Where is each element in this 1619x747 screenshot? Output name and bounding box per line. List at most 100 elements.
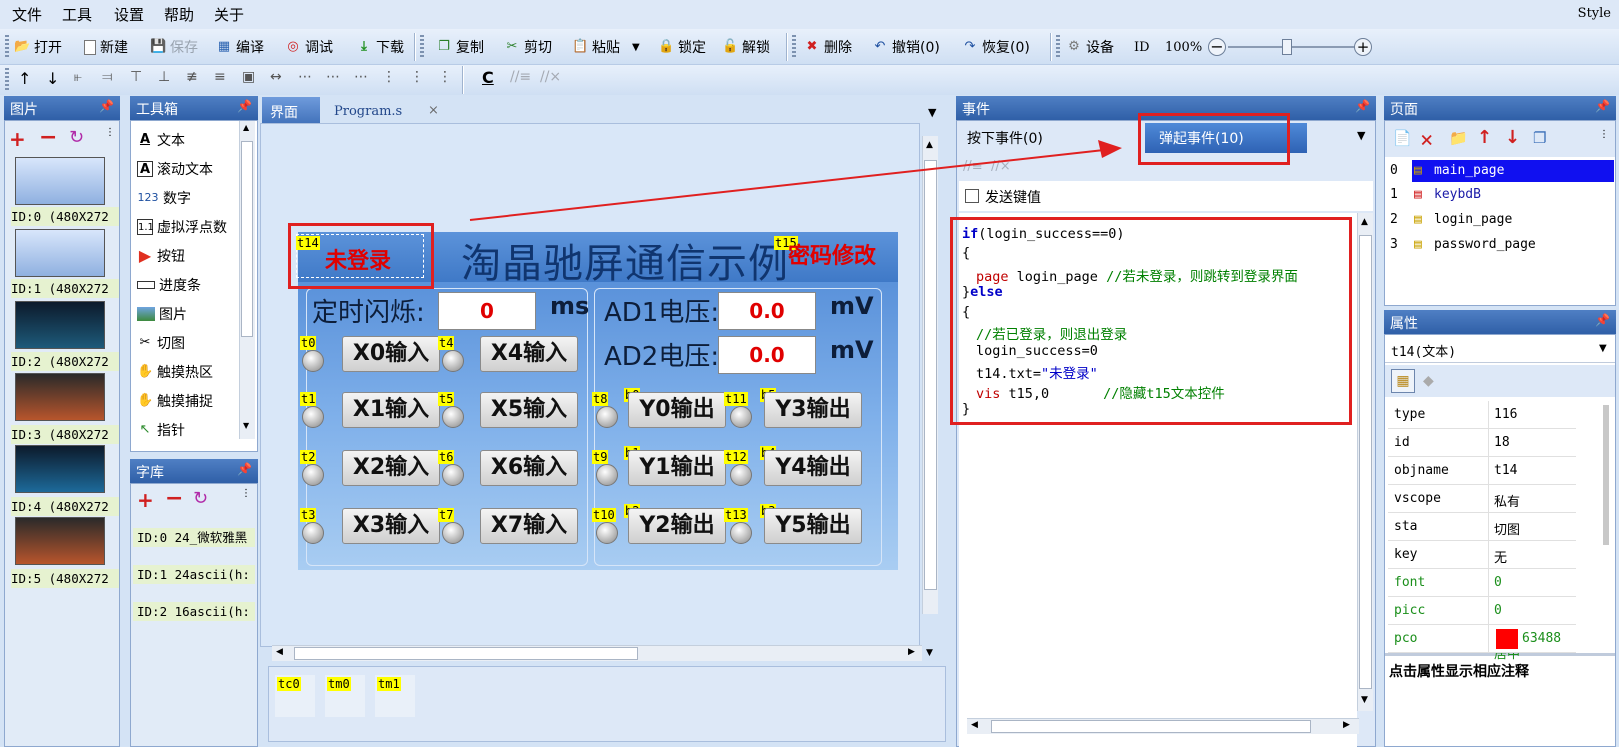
number-n0[interactable]: 0 [438, 292, 536, 330]
page-item-login[interactable]: 2 ▤ login_page [1384, 209, 1616, 231]
prop-row-vscope[interactable]: vscope 私有 [1388, 485, 1576, 513]
pin-icon[interactable]: 📌 [1355, 99, 1370, 113]
more-icon[interactable]: ⋮ [1599, 129, 1609, 140]
c-button[interactable]: C [482, 68, 494, 87]
hspace-equal-icon[interactable]: ⋯ [298, 69, 312, 85]
unlock-button[interactable]: 🔓 解锁 [722, 34, 770, 60]
toolbar-grip[interactable] [1056, 35, 1060, 59]
button-x6[interactable]: X6输入 [480, 450, 578, 486]
vspace-equal-icon[interactable]: ⋮ [382, 69, 396, 85]
pin-icon[interactable]: 📌 [1595, 99, 1610, 113]
scroll-down-icon[interactable]: ▼ [243, 421, 249, 430]
canvas-hscroll[interactable]: ◀ ▶ [272, 645, 922, 661]
button-x4[interactable]: X4输入 [480, 336, 578, 372]
delete-button[interactable]: ✖ 删除 [804, 34, 852, 60]
move-up-icon[interactable]: ↑ [18, 69, 31, 88]
scroll-thumb[interactable] [1359, 235, 1372, 689]
prop-row-key[interactable]: key 无 [1388, 541, 1576, 569]
open-button[interactable]: 📂 打开 [14, 34, 62, 60]
page-item-main[interactable]: 0 ▤ main_page [1384, 160, 1616, 182]
align-left-icon[interactable]: ⫦ [74, 69, 82, 85]
menu-about[interactable]: 关于 [214, 4, 244, 25]
button-x0[interactable]: X0输入 [342, 336, 440, 372]
button-x7[interactable]: X7输入 [480, 508, 578, 544]
hspace-inc-icon[interactable]: ⋯ [326, 69, 340, 85]
tool-picture[interactable]: 图片 [137, 301, 187, 327]
pin-icon[interactable]: 📌 [237, 99, 252, 113]
xfloat-x0[interactable]: 0.0 [718, 292, 816, 330]
led-t2[interactable] [302, 464, 324, 486]
remove-icon[interactable]: − [39, 125, 57, 150]
tool-pointer[interactable]: ↖ 指针 [137, 417, 185, 443]
canvas-vscroll[interactable]: ▲ ▼ [922, 136, 938, 658]
sort-icon[interactable]: ◆ [1423, 373, 1434, 389]
tab-design[interactable]: 界面 [262, 97, 320, 126]
prop-row-id[interactable]: id 18 [1388, 429, 1576, 457]
event-dropdown-icon[interactable]: ▼ [1357, 129, 1365, 142]
text-t15-password[interactable]: 密码修改 [788, 238, 876, 270]
image-thumbnail[interactable] [15, 517, 105, 565]
timer-tc0[interactable]: tc0 [275, 675, 315, 717]
debug-button[interactable]: ◎ 调试 [285, 34, 333, 60]
paste-dropdown-icon[interactable]: ▼ [632, 42, 640, 53]
timer-tm0[interactable]: tm0 [325, 675, 365, 717]
menu-settings[interactable]: 设置 [114, 4, 144, 25]
cut-button[interactable]: ✂ 剪切 [504, 34, 552, 60]
new-button[interactable]: 新建 [84, 34, 128, 60]
button-y3[interactable]: Y3输出 [764, 392, 862, 428]
tool-number[interactable]: 123 数字 [137, 185, 192, 211]
event-code[interactable]: if(login_success==0) { page login_page /… [954, 226, 1342, 426]
prop-row-type[interactable]: type 116 [1388, 401, 1576, 429]
uncomment-icon[interactable]: //× [540, 69, 561, 85]
led-t4[interactable] [442, 350, 464, 372]
same-size-icon[interactable]: ▣ [242, 69, 255, 85]
scroll-down-icon[interactable]: ▼ [1361, 695, 1368, 705]
add-page-icon[interactable]: 📄 [1393, 129, 1412, 147]
delete-page-icon[interactable]: 🗙 [1421, 129, 1432, 154]
align-vcenter-icon[interactable]: ≡ [214, 69, 226, 85]
button-y5[interactable]: Y5输出 [764, 508, 862, 544]
led-t8[interactable] [596, 406, 618, 428]
zoom-in-icon[interactable]: + [1354, 38, 1372, 56]
lock-button[interactable]: 🔒 锁定 [658, 34, 706, 60]
led-t5[interactable] [442, 406, 464, 428]
led-t11[interactable] [730, 406, 752, 428]
hspace-dec-icon[interactable]: ⋯ [354, 69, 368, 85]
pin-icon[interactable]: 📌 [1595, 313, 1610, 327]
image-thumbnail[interactable] [15, 301, 105, 349]
scroll-up-icon[interactable]: ▲ [243, 123, 249, 132]
toolbar-grip[interactable] [420, 35, 424, 59]
align-top-icon[interactable]: ⊤ [130, 69, 142, 85]
xfloat-x1[interactable]: 0.0 [718, 336, 816, 374]
button-y2[interactable]: Y2输出 [628, 508, 726, 544]
timer-tm1[interactable]: tm1 [375, 675, 415, 717]
move-page-down-icon[interactable]: ↓ [1505, 127, 1520, 148]
button-x3[interactable]: X3输入 [342, 508, 440, 544]
pin-icon[interactable]: 📌 [99, 99, 114, 113]
download-button[interactable]: ⤓ 下载 [356, 34, 404, 60]
code-hscroll[interactable]: ◀ ▶ [967, 718, 1359, 734]
prop-row-sta[interactable]: sta 切图 [1388, 513, 1576, 541]
scroll-thumb[interactable] [924, 160, 937, 590]
tool-button[interactable]: ▶ 按钮 [137, 243, 185, 269]
scroll-thumb[interactable] [241, 141, 253, 337]
zoom-slider[interactable] [1228, 46, 1362, 48]
more-icon[interactable]: ⋮ [105, 127, 115, 138]
prop-row-picc[interactable]: picc 0 [1388, 597, 1576, 625]
tool-text[interactable]: A 文本 [137, 127, 185, 153]
refresh-icon[interactable]: ↻ [193, 488, 208, 509]
close-icon[interactable]: × [428, 103, 439, 118]
compile-button[interactable]: ▦ 编译 [216, 34, 264, 60]
paste-button[interactable]: 📋 粘贴 ▼ [572, 34, 640, 60]
add-icon[interactable]: + [137, 488, 154, 512]
import-page-icon[interactable]: 📁 [1449, 129, 1468, 147]
scroll-thumb[interactable] [991, 720, 1311, 733]
color-swatch[interactable] [1496, 629, 1518, 649]
scroll-down-icon[interactable]: ▼ [926, 648, 933, 658]
led-t10[interactable] [596, 522, 618, 544]
toolbar-grip[interactable] [5, 35, 9, 59]
comment-icon[interactable]: //≡ [510, 69, 531, 85]
redo-button[interactable]: ↷ 恢复(0) [962, 34, 1030, 60]
align-hcenter-icon[interactable]: ≢ [186, 69, 198, 85]
style-menu[interactable]: Style [1578, 6, 1611, 21]
